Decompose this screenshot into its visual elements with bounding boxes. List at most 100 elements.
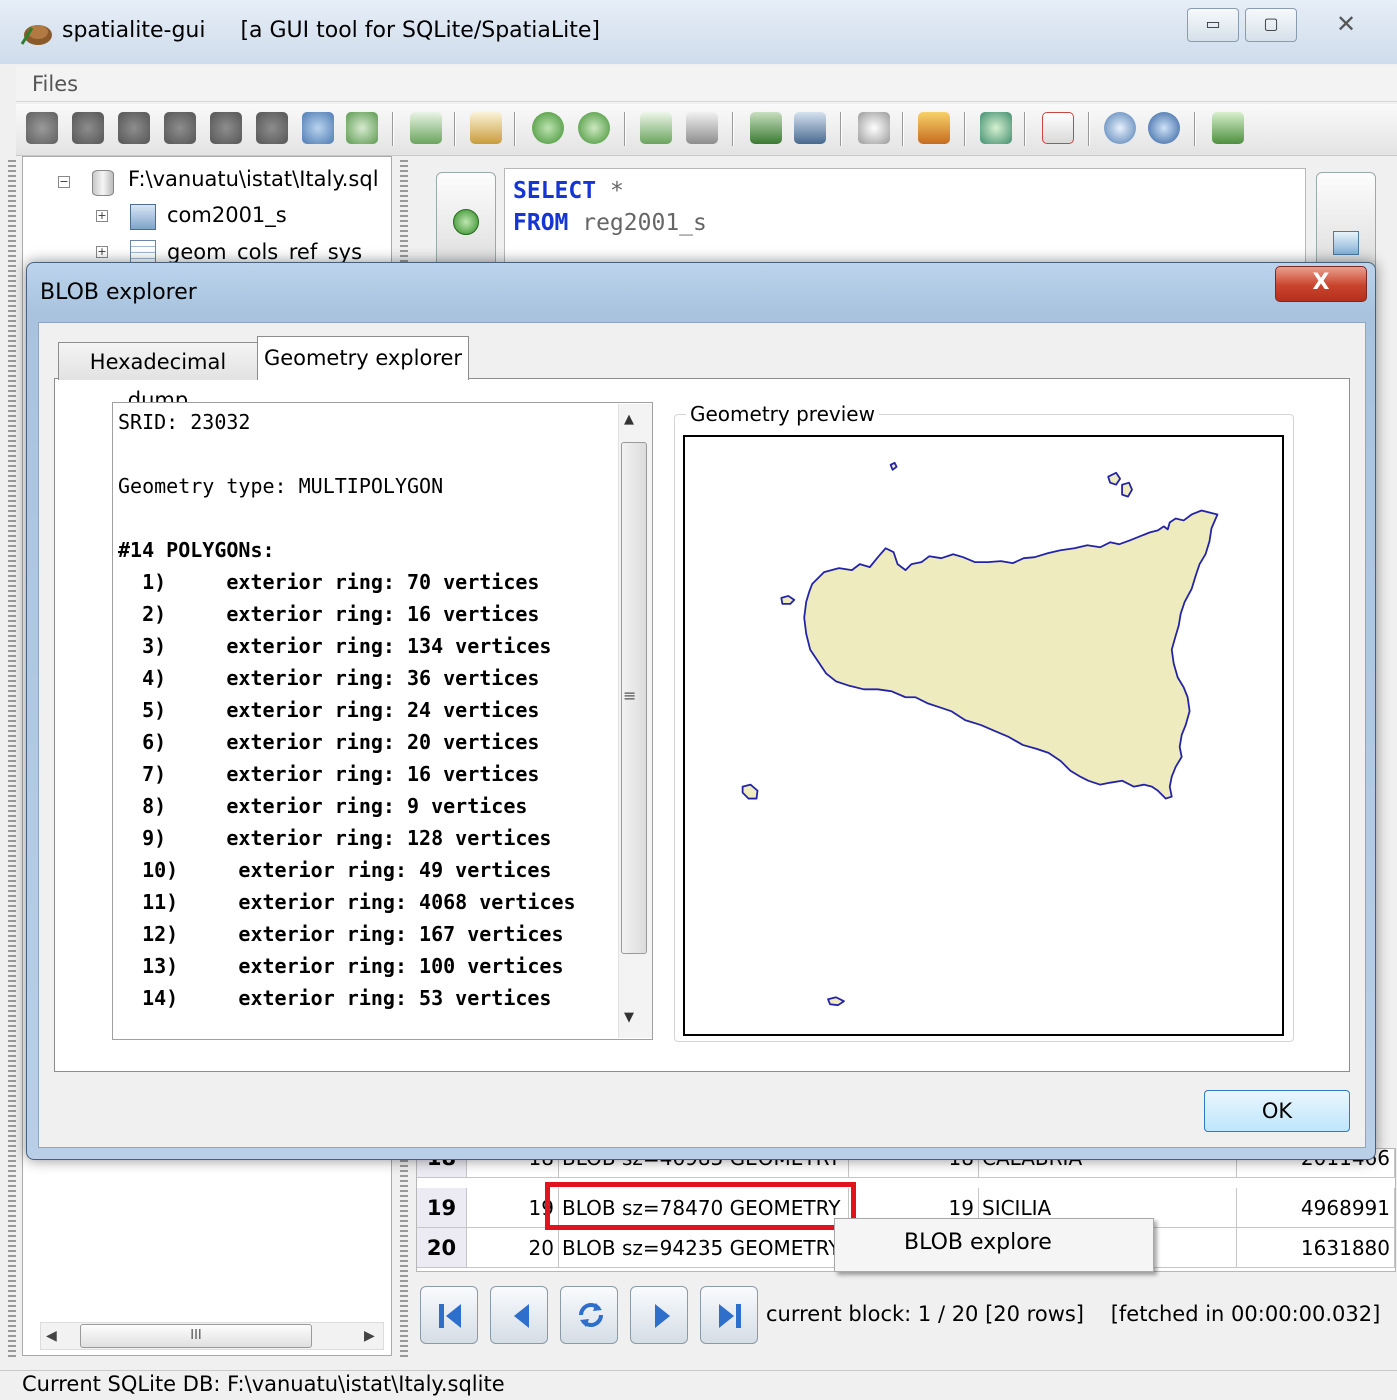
toolbar-separator (1024, 112, 1026, 146)
polygon-island (780, 595, 796, 605)
info-line: #14 POLYGONs: (118, 538, 275, 562)
first-page-button[interactable] (420, 1286, 478, 1344)
sql-script-icon[interactable] (346, 112, 378, 144)
exit-icon[interactable] (1212, 112, 1244, 144)
about-icon[interactable] (1148, 112, 1180, 144)
sql-editor[interactable]: SELECT * FROM reg2001_s (504, 168, 1306, 268)
status-text: Current SQLite DB: F:\vanuatu\istat\Ital… (22, 1372, 505, 1396)
database-icon (92, 170, 114, 196)
go-arrow-icon (453, 209, 479, 235)
maximize-button[interactable]: ▢ (1245, 8, 1297, 42)
cell-id[interactable]: 20 (467, 1228, 559, 1268)
sql-history-button[interactable] (1316, 172, 1376, 272)
polygon-island (827, 996, 845, 1007)
tree-item-geom-cols-ref-sys[interactable]: geom_cols_ref_sys (167, 240, 362, 264)
vacuum-icon[interactable] (302, 112, 334, 144)
window-title: spatialite-gui [a GUI tool for SQLite/Sp… (62, 18, 600, 43)
info-line: 12) exterior ring: 167 vertices (118, 922, 564, 946)
polygon-island (1121, 481, 1133, 498)
info-line (118, 438, 618, 470)
polygon-island (741, 783, 759, 800)
window-close-button[interactable]: ✕ (1316, 10, 1376, 42)
menu-files[interactable]: Files (32, 72, 78, 96)
polygon-sicily (803, 509, 1219, 800)
refresh-button[interactable] (560, 1286, 618, 1344)
last-page-button[interactable] (700, 1286, 758, 1344)
toolbar-separator (514, 112, 516, 146)
ok-button[interactable]: OK (1204, 1090, 1350, 1132)
table-icon (130, 240, 156, 264)
export-db-icon[interactable] (210, 112, 242, 144)
sql-keyword-from: FROM (513, 210, 569, 236)
font-icon[interactable] (1042, 112, 1074, 144)
sql-keyword-select: SELECT (513, 178, 597, 204)
toolbar-separator (392, 112, 394, 146)
check-geometry-icon[interactable] (750, 112, 782, 144)
minimize-button[interactable]: ▭ (1187, 8, 1239, 42)
info-line: 8) exterior ring: 9 vertices (118, 794, 528, 818)
info-line: 7) exterior ring: 16 vertices (118, 762, 540, 786)
info-line: SRID: 23032 (118, 410, 251, 434)
collapse-icon[interactable]: − (58, 176, 70, 188)
tab-geometry-explorer[interactable]: Geometry explorer (257, 336, 469, 380)
virtual-dbf-icon[interactable] (686, 112, 718, 144)
load-dbf-icon[interactable] (640, 112, 672, 144)
geometry-preview (683, 435, 1284, 1036)
execute-sql-button[interactable] (436, 172, 496, 272)
cell-blob[interactable]: BLOB sz=94235 GEOMETRY (559, 1228, 849, 1268)
virtual-txt-icon[interactable] (578, 112, 610, 144)
expand-icon[interactable]: + (96, 210, 108, 222)
backup-db-icon[interactable] (256, 112, 288, 144)
connect-icon[interactable] (26, 112, 58, 144)
scroll-left-icon[interactable]: ◀ (46, 1322, 57, 1350)
geometry-info-text: SRID: 23032 Geometry type: MULTIPOLYGON … (118, 406, 618, 1014)
srid-icon[interactable] (794, 112, 826, 144)
next-page-icon (655, 1304, 670, 1328)
memory-db-icon[interactable] (164, 112, 196, 144)
previous-page-button[interactable] (490, 1286, 548, 1344)
map-icon[interactable] (980, 112, 1012, 144)
disconnect-icon[interactable] (72, 112, 104, 144)
tab-hexadecimal-dump[interactable]: Hexadecimal dump (58, 342, 258, 412)
info-line: 5) exterior ring: 24 vertices (118, 698, 540, 722)
scroll-thumb[interactable]: III (80, 1324, 312, 1348)
next-page-button[interactable] (630, 1286, 688, 1344)
tree-db-path[interactable]: F:\vanuatu\istat\Italy.sql (128, 167, 379, 191)
dialog-title: BLOB explorer (40, 280, 197, 305)
polygon-island (1107, 471, 1121, 486)
network-icon[interactable] (858, 112, 890, 144)
dialog-close-button[interactable]: X (1275, 266, 1367, 302)
geometry-preview-label: Geometry preview (686, 402, 879, 426)
scroll-grip-icon: ≡ (623, 686, 637, 705)
row-header[interactable]: 19 (417, 1188, 467, 1228)
help-icon[interactable] (1104, 112, 1136, 144)
load-txt-icon[interactable] (532, 112, 564, 144)
create-db-icon[interactable] (118, 112, 150, 144)
info-line: 1) exterior ring: 70 vertices (118, 570, 540, 594)
info-line: 4) exterior ring: 36 vertices (118, 666, 540, 690)
cell-value[interactable]: 4968991 (1237, 1188, 1395, 1228)
toolbar-separator (732, 112, 734, 146)
scroll-right-icon[interactable]: ▶ (364, 1322, 375, 1350)
menu-item-blob-explore[interactable]: BLOB explore (904, 1230, 1052, 1255)
menu-bar (16, 66, 1397, 102)
info-line: 3) exterior ring: 134 vertices (118, 634, 552, 658)
row-header[interactable]: 20 (417, 1228, 467, 1268)
info-line: 11) exterior ring: 4068 vertices (118, 890, 576, 914)
splitter-grip[interactable] (8, 160, 16, 1360)
tree-item-com2001-s[interactable]: com2001_s (167, 203, 287, 227)
refresh-icon (579, 1303, 603, 1327)
scroll-down-icon[interactable]: ▼ (624, 1010, 634, 1025)
expand-icon[interactable]: + (96, 246, 108, 258)
cell-value[interactable]: 1631880 (1237, 1228, 1395, 1268)
scroll-up-icon[interactable]: ▲ (624, 412, 634, 427)
previous-page-icon (514, 1304, 529, 1328)
virtual-shapefile-icon[interactable] (470, 112, 502, 144)
toolbar-separator (624, 112, 626, 146)
charset-icon[interactable] (918, 112, 950, 144)
toolbar-separator (840, 112, 842, 146)
load-shapefile-icon[interactable] (410, 112, 442, 144)
info-line: 14) exterior ring: 53 vertices (118, 986, 552, 1010)
block-info: current block: 1 / 20 [20 rows] [fetched… (766, 1302, 1381, 1326)
info-line: Geometry type: MULTIPOLYGON (118, 474, 444, 498)
